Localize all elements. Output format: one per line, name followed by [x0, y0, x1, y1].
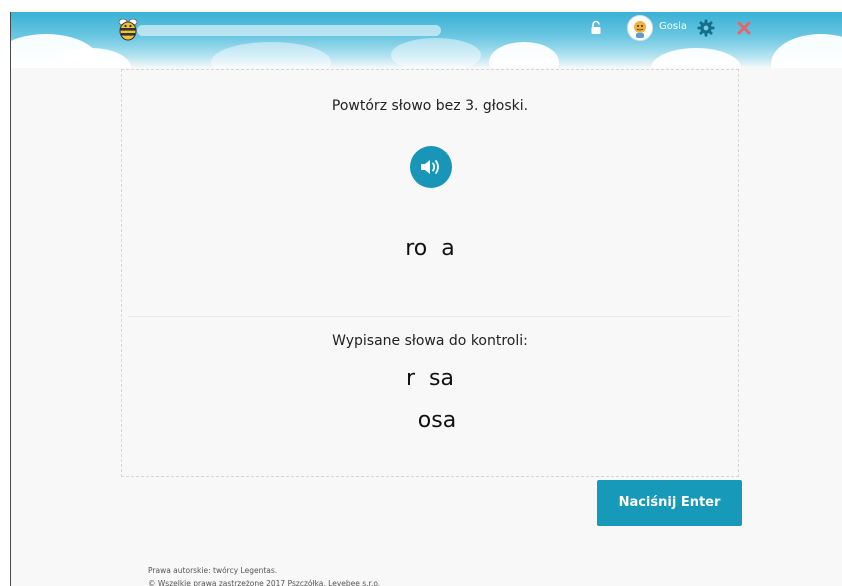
check-words-label: Wypisane słowa do kontroli:: [332, 333, 528, 349]
copyright-notice: © Wszelkie prawa zastrzeżone 2017 Pszczó…: [148, 579, 381, 586]
play-audio-button[interactable]: [410, 146, 452, 188]
exercise-card: Powtórz słowo bez 3. głoski. ro a Wypisa…: [121, 69, 739, 477]
username-label[interactable]: Gosia: [659, 21, 687, 32]
unlock-icon[interactable]: [589, 20, 603, 36]
footer: Prawa autorskie: twórcy Legentas. © Wsze…: [148, 564, 380, 586]
progress-bar: [137, 25, 441, 36]
divider: [128, 316, 732, 317]
bee-logo-icon[interactable]: [117, 17, 139, 41]
cloud-decoration: [771, 34, 842, 68]
word-with-gap: ro a: [405, 236, 455, 261]
settings-gear-icon[interactable]: [697, 19, 715, 37]
app-frame: Gosia Powtórz słowo bez 3. głoski. ro a …: [10, 12, 842, 586]
cloud-decoration: [651, 48, 741, 68]
header-bar: Gosia: [11, 12, 842, 68]
speaker-icon: [421, 160, 439, 174]
close-icon[interactable]: [737, 20, 751, 35]
instruction-text: Powtórz słowo bez 3. głoski.: [331, 98, 529, 114]
cloud-decoration: [211, 42, 331, 68]
copyright-authors: Prawa autorskie: twórcy Legentas.: [148, 566, 278, 575]
typed-word: osa: [403, 408, 457, 433]
cloud-decoration: [489, 42, 559, 68]
cloud-decoration: [391, 38, 481, 68]
press-enter-button[interactable]: Naciśnij Enter: [597, 480, 742, 526]
avatar[interactable]: [627, 15, 653, 41]
typed-word: r sa: [406, 366, 454, 391]
